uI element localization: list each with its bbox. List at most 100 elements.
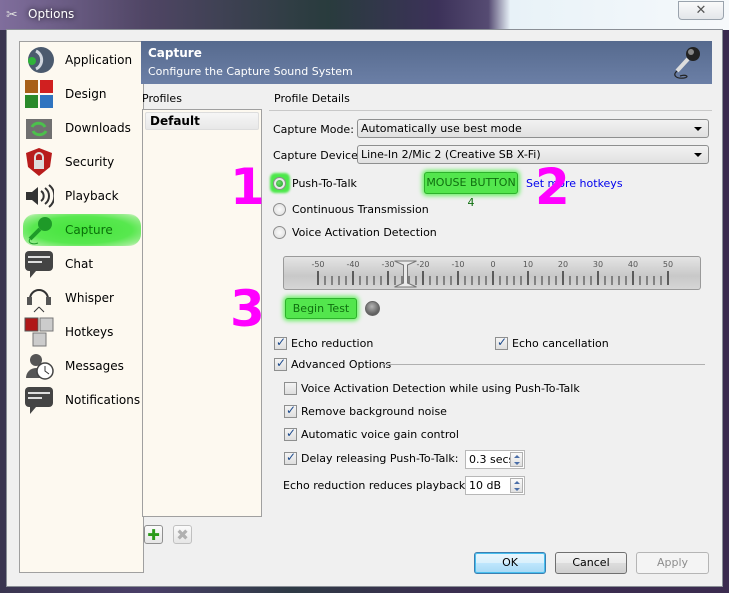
- sidebar-item-playback[interactable]: Playback: [23, 180, 141, 212]
- push-to-talk-label: Push-To-Talk: [292, 177, 357, 190]
- headset-icon: [23, 282, 55, 314]
- meter-tick-label: 20: [558, 260, 568, 269]
- meter-tick-label: -40: [346, 260, 359, 269]
- sidebar-item-downloads[interactable]: Downloads: [23, 112, 141, 144]
- sidebar-item-design[interactable]: Design: [23, 78, 141, 110]
- annotation-1: 1: [230, 158, 265, 216]
- sidebar-item-label: Chat: [65, 257, 94, 271]
- continuous-transmission-radio[interactable]: [273, 203, 286, 216]
- advanced-options-checkbox[interactable]: [274, 356, 287, 371]
- meter-tick-label: 0: [490, 260, 495, 269]
- capture-device-value: Line-In 2/Mic 2 (Creative SB X-Fi): [361, 148, 541, 161]
- sidebar-item-notifications[interactable]: Notifications: [23, 384, 141, 416]
- teamspeak-logo-icon: [23, 44, 55, 76]
- sidebar-item-whisper[interactable]: Whisper: [23, 282, 141, 314]
- echo-cancellation-checkbox[interactable]: [495, 335, 508, 350]
- divider: [269, 110, 712, 111]
- meter-tick-label: 10: [523, 260, 533, 269]
- arrow-up-icon: [514, 455, 520, 458]
- cancel-button[interactable]: Cancel: [555, 552, 627, 574]
- annotation-2: 2: [535, 158, 570, 216]
- remove-profile-button[interactable]: ✖: [173, 525, 192, 544]
- spin-buttons[interactable]: [510, 478, 523, 493]
- sidebar-item-label: Application: [65, 53, 133, 67]
- push-to-talk-radio[interactable]: [273, 177, 286, 190]
- voice-level-meter[interactable]: -50 -40 -30 -20 -10 0 10 20 30 40 50: [283, 256, 701, 290]
- shield-lock-icon: [23, 146, 55, 178]
- echo-reduction-label: Echo reduction: [291, 337, 374, 350]
- sidebar-item-label: Notifications: [65, 393, 141, 407]
- vad-ptt-label: Voice Activation Detection while using P…: [301, 382, 580, 395]
- delay-ptt-label: Delay releasing Push-To-Talk:: [301, 452, 459, 465]
- meter-tick-label: -10: [451, 260, 464, 269]
- profiles-label: Profiles: [142, 92, 182, 105]
- speaker-icon: [23, 180, 55, 212]
- sidebar-item-capture[interactable]: Capture: [23, 214, 141, 246]
- design-tiles-icon: [23, 78, 55, 110]
- echo-reduction-checkbox[interactable]: [274, 335, 287, 350]
- arrow-up-icon: [514, 481, 520, 484]
- profile-details-label: Profile Details: [274, 92, 350, 105]
- keys-icon: [23, 316, 55, 348]
- microphone-icon: [23, 214, 55, 246]
- arrow-down-icon: [514, 462, 520, 465]
- sidebar-item-chat[interactable]: Chat: [23, 248, 141, 280]
- capture-mode-select[interactable]: Automatically use best mode: [357, 119, 709, 138]
- remove-noise-label: Remove background noise: [301, 405, 447, 418]
- section-title: Capture: [148, 46, 202, 60]
- voice-activation-radio[interactable]: [273, 226, 286, 239]
- meter-tick-label: 30: [593, 260, 603, 269]
- vad-ptt-checkbox[interactable]: [284, 382, 297, 395]
- sidebar-item-application[interactable]: Application: [23, 44, 141, 76]
- agc-checkbox[interactable]: [284, 426, 297, 441]
- capture-mode-value: Automatically use best mode: [361, 122, 522, 135]
- capture-device-select[interactable]: Line-In 2/Mic 2 (Creative SB X-Fi): [357, 145, 709, 164]
- meter-tick-label: 40: [628, 260, 638, 269]
- continuous-transmission-label: Continuous Transmission: [292, 203, 429, 216]
- hotkey-button[interactable]: MOUSE BUTTON 4: [424, 172, 518, 209]
- section-subtitle: Configure the Capture Sound System: [148, 65, 353, 78]
- divider: [382, 364, 705, 365]
- sidebar-item-label: Security: [65, 155, 115, 169]
- chevron-down-icon: [694, 127, 702, 131]
- arrow-down-icon: [514, 488, 520, 491]
- delay-ptt-spinbox[interactable]: 0.3 secs: [465, 450, 525, 469]
- meter-tick-label: -30: [381, 260, 394, 269]
- voice-activation-label: Voice Activation Detection: [292, 226, 437, 239]
- plus-icon: ✚: [147, 525, 160, 544]
- spin-buttons[interactable]: [510, 452, 523, 467]
- delay-ptt-checkbox[interactable]: [284, 450, 297, 465]
- echo-playback-label: Echo reduction reduces playback by:: [283, 479, 486, 492]
- section-header: Capture Configure the Capture Sound Syst…: [141, 41, 712, 84]
- capture-mode-label: Capture Mode:: [273, 123, 354, 136]
- advanced-options-label: Advanced Options: [291, 358, 392, 371]
- chat-bubble-icon: [23, 248, 55, 280]
- sidebar-item-label: Downloads: [65, 121, 131, 135]
- window-title: Options: [28, 7, 75, 21]
- sidebar-item-label: Whisper: [65, 291, 114, 305]
- threshold-slider-handle[interactable]: [394, 260, 417, 288]
- sidebar-item-label: Playback: [65, 189, 119, 203]
- microphone-icon: [674, 47, 700, 79]
- begin-test-button[interactable]: Begin Test: [285, 298, 357, 319]
- apply-button[interactable]: Apply: [636, 552, 709, 574]
- sidebar-item-hotkeys[interactable]: Hotkeys: [23, 316, 141, 348]
- sidebar-item-label: Design: [65, 87, 107, 101]
- capture-device-label: Capture Device:: [273, 149, 362, 162]
- sidebar-item-label: Messages: [65, 359, 124, 373]
- sidebar-item-label: Capture: [65, 223, 113, 237]
- ok-button[interactable]: OK: [474, 552, 546, 574]
- close-button[interactable]: ✕: [678, 1, 724, 20]
- sidebar-item-messages[interactable]: Messages: [23, 350, 141, 382]
- meter-tick-label: -50: [311, 260, 324, 269]
- sidebar-item-label: Hotkeys: [65, 325, 114, 339]
- echo-playback-value: 10 dB: [469, 479, 502, 492]
- voice-indicator-led: [365, 301, 380, 316]
- sidebar: Application Design Downloads Security Playba…: [19, 41, 144, 573]
- add-profile-button[interactable]: ✚: [144, 525, 163, 544]
- remove-noise-checkbox[interactable]: [284, 403, 297, 418]
- profile-item-default[interactable]: Default: [145, 112, 259, 130]
- sidebar-item-security[interactable]: Security: [23, 146, 141, 178]
- echo-playback-spinbox[interactable]: 10 dB: [465, 476, 525, 495]
- chevron-down-icon: [694, 153, 702, 157]
